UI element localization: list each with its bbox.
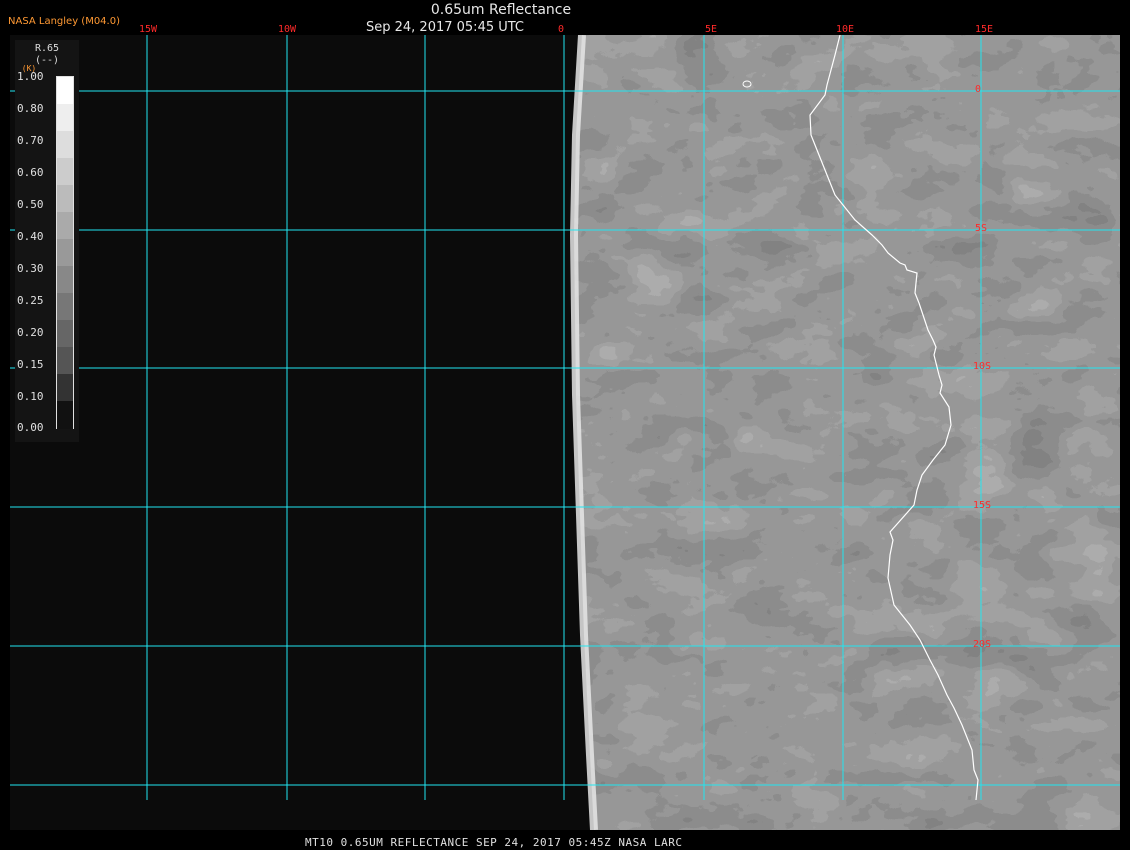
legend-tick-label: 0.50	[17, 198, 44, 211]
colorbar-swatch	[57, 212, 73, 240]
lon-label-10w: 10W	[278, 24, 297, 35]
satellite-image-canvas: 0.65um Reflectance Sep 24, 2017 05:45 UT…	[0, 0, 1130, 850]
color-legend: R.65 (--) (K) 1.00 0.80 0.70 0.60 0.50 0.40 0.…	[15, 40, 79, 442]
lat-label-0: 0	[975, 84, 982, 95]
colorbar-swatch	[57, 293, 73, 321]
colorbar-swatch	[57, 320, 73, 348]
legend-tick-label: 0.40	[17, 230, 44, 243]
lon-label-15e: 15E	[975, 24, 994, 35]
footer-caption: MT10 0.65UM REFLECTANCE SEP 24, 2017 05:…	[305, 836, 683, 849]
lon-label-15w: 15W	[139, 24, 158, 35]
lon-label-0: 0	[558, 24, 565, 35]
colorbar-swatch	[57, 131, 73, 159]
colorbar-swatch	[57, 266, 73, 294]
colorbar-swatch	[57, 104, 73, 132]
legend-tick-label: 0.10	[17, 390, 44, 403]
legend-tick-label: 1.00	[17, 70, 44, 83]
colorbar-swatch	[57, 239, 73, 267]
lat-label-10s: 10S	[973, 361, 992, 372]
legend-tick-label: 0.70	[17, 134, 44, 147]
lat-label-20s: 20S	[973, 639, 992, 650]
lat-label-5s: 5S	[975, 223, 988, 234]
legend-tick-label: 0.00	[17, 421, 44, 434]
colorbar-swatch	[57, 401, 73, 429]
legend-tick-label: 0.15	[17, 358, 44, 371]
image-timestamp: Sep 24, 2017 05:45 UTC	[365, 20, 525, 35]
legend-tick-label: 0.80	[17, 102, 44, 115]
map-panel	[10, 34, 1120, 831]
map-svg	[10, 34, 1120, 831]
colorbar-swatch	[57, 158, 73, 186]
lon-label-5e: 5E	[705, 24, 718, 35]
colorbar-swatch	[57, 374, 73, 402]
legend-variable: R.65	[34, 43, 60, 54]
legend-tick-label: 0.20	[17, 326, 44, 339]
image-title: 0.65um Reflectance	[430, 2, 572, 18]
legend-tick-label: 0.25	[17, 294, 44, 307]
colorbar-swatch	[57, 347, 73, 375]
legend-tick-label: 0.60	[17, 166, 44, 179]
lon-label-10e: 10E	[836, 24, 855, 35]
producer-label: NASA Langley (M04.0)	[8, 16, 120, 27]
legend-tick-label: 0.30	[17, 262, 44, 275]
colorbar-swatch	[57, 185, 73, 213]
colorbar	[56, 76, 74, 429]
colorbar-swatch	[57, 77, 73, 105]
reflectance-imagery	[574, 35, 1120, 830]
lat-label-15s: 15S	[973, 500, 992, 511]
